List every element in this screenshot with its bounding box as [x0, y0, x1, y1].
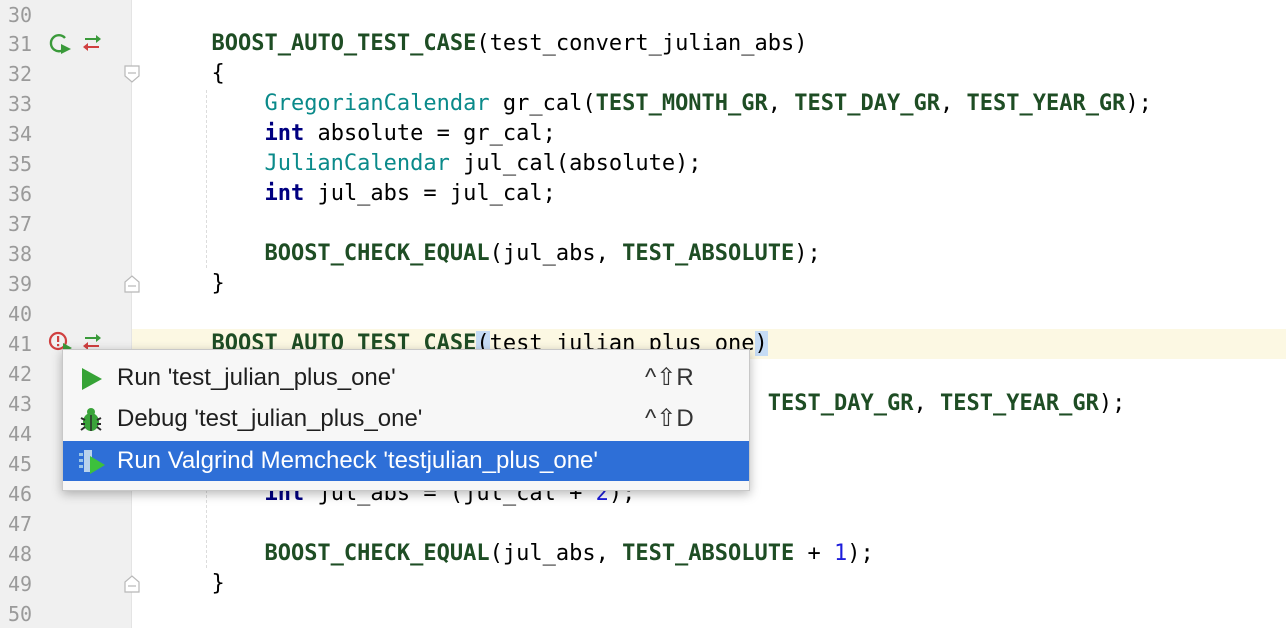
code-line-31[interactable]: BOOST_AUTO_TEST_CASE(test_convert_julian…	[132, 29, 1286, 59]
type-token: GregorianCalendar	[264, 91, 490, 116]
code-line-33[interactable]: GregorianCalendar gr_cal(TEST_MONTH_GR, …	[132, 89, 1286, 119]
macro-token: TEST_ABSOLUTE	[622, 241, 795, 266]
keyword-token: int	[264, 121, 305, 146]
type-token: JulianCalendar	[264, 151, 450, 176]
code-line-49[interactable]: }	[132, 569, 1286, 599]
line-number: 47	[8, 512, 33, 536]
line-number: 35	[8, 152, 33, 176]
line-number: 36	[8, 182, 33, 206]
code-line-34[interactable]: int absolute = gr_cal;	[132, 119, 1286, 149]
run-test-passed-icon[interactable]	[48, 32, 74, 56]
debug-icon	[80, 408, 102, 431]
code-line-39[interactable]: }	[132, 269, 1286, 299]
line-number: 43	[8, 392, 33, 416]
code-text: gr_cal(	[489, 91, 596, 116]
menu-item-shortcut: ^⇧R	[645, 364, 694, 391]
line-number: 48	[8, 542, 33, 566]
macro-token: BOOST_AUTO_TEST_CASE	[211, 31, 477, 56]
menu-item-label: Run Valgrind Memcheck 'testjulian_plus_o…	[117, 447, 598, 474]
code-text: );	[794, 241, 821, 266]
menu-item-label: Run 'test_julian_plus_one'	[117, 364, 396, 391]
line-number: 46	[8, 482, 33, 506]
macro-token: TEST_YEAR_GR	[966, 91, 1126, 116]
macro-token: TEST_DAY_GR	[767, 391, 914, 416]
line-number: 45	[8, 452, 33, 476]
line-number: 41	[8, 332, 33, 356]
menu-item-valgrind[interactable]: Run Valgrind Memcheck 'testjulian_plus_o…	[63, 441, 749, 481]
menu-item-label: Debug 'test_julian_plus_one'	[117, 405, 423, 432]
line-number: 31	[8, 32, 33, 56]
code-text: jul_cal(absolute);	[449, 151, 702, 176]
code-text: );	[1125, 91, 1152, 116]
line-number: 34	[8, 122, 33, 146]
line-number: 39	[8, 272, 33, 296]
line-number: 42	[8, 362, 33, 386]
code-line-48[interactable]: BOOST_CHECK_EQUAL(jul_abs, TEST_ABSOLUTE…	[132, 539, 1286, 569]
run-icon	[82, 368, 102, 390]
macro-token: TEST_DAY_GR	[794, 91, 940, 116]
menu-item-shortcut: ^⇧D	[645, 405, 694, 432]
code-line-32[interactable]: {	[132, 59, 1286, 89]
line-number: 49	[8, 572, 33, 596]
macro-token: BOOST_CHECK_EQUAL	[264, 241, 490, 266]
code-text: );	[847, 541, 874, 566]
macro-token: TEST_ABSOLUTE	[622, 541, 795, 566]
editor-gutter: 30 31 32 33 34 35 36 37 38 39 40 41 42 4…	[0, 0, 132, 628]
code-line-38[interactable]: BOOST_CHECK_EQUAL(jul_abs, TEST_ABSOLUTE…	[132, 239, 1286, 269]
matched-paren: )	[754, 331, 768, 356]
line-number: 33	[8, 92, 33, 116]
code-text: (jul_abs,	[489, 541, 623, 566]
code-text: );	[1098, 391, 1126, 416]
keyword-token: int	[264, 181, 305, 206]
code-text: ,	[939, 91, 967, 116]
code-text: }	[211, 571, 225, 596]
override-navigate-icon[interactable]	[82, 34, 102, 52]
line-number: 40	[8, 302, 33, 326]
run-context-popup: Run 'test_julian_plus_one' ^⇧R Debug 'te…	[62, 349, 750, 491]
code-text: jul_abs = jul_cal;	[304, 181, 556, 206]
line-number: 37	[8, 212, 33, 236]
menu-item-run[interactable]: Run 'test_julian_plus_one' ^⇧R	[63, 358, 749, 398]
line-number: 38	[8, 242, 33, 266]
macro-token: TEST_YEAR_GR	[939, 391, 1099, 416]
code-text: {	[211, 61, 225, 86]
code-text: ,	[767, 91, 795, 116]
menu-item-debug[interactable]: Debug 'test_julian_plus_one' ^⇧D	[63, 399, 749, 439]
macro-token: TEST_MONTH_GR	[595, 91, 768, 116]
line-number: 32	[8, 62, 33, 86]
line-number: 30	[8, 3, 33, 27]
valgrind-icon	[79, 450, 105, 474]
code-text: absolute = gr_cal;	[304, 121, 556, 146]
code-text: }	[211, 271, 225, 296]
line-number: 44	[8, 422, 33, 446]
code-text: (test_convert_julian_abs)	[476, 31, 808, 56]
code-line-36[interactable]: int jul_abs = jul_cal;	[132, 179, 1286, 209]
macro-token: BOOST_CHECK_EQUAL	[264, 541, 490, 566]
number-token: 1	[834, 541, 848, 566]
code-text: (jul_abs,	[489, 241, 623, 266]
code-text: ,	[913, 391, 940, 416]
code-text: +	[794, 541, 835, 566]
code-line-35[interactable]: JulianCalendar jul_cal(absolute);	[132, 149, 1286, 179]
line-number: 50	[8, 602, 33, 626]
